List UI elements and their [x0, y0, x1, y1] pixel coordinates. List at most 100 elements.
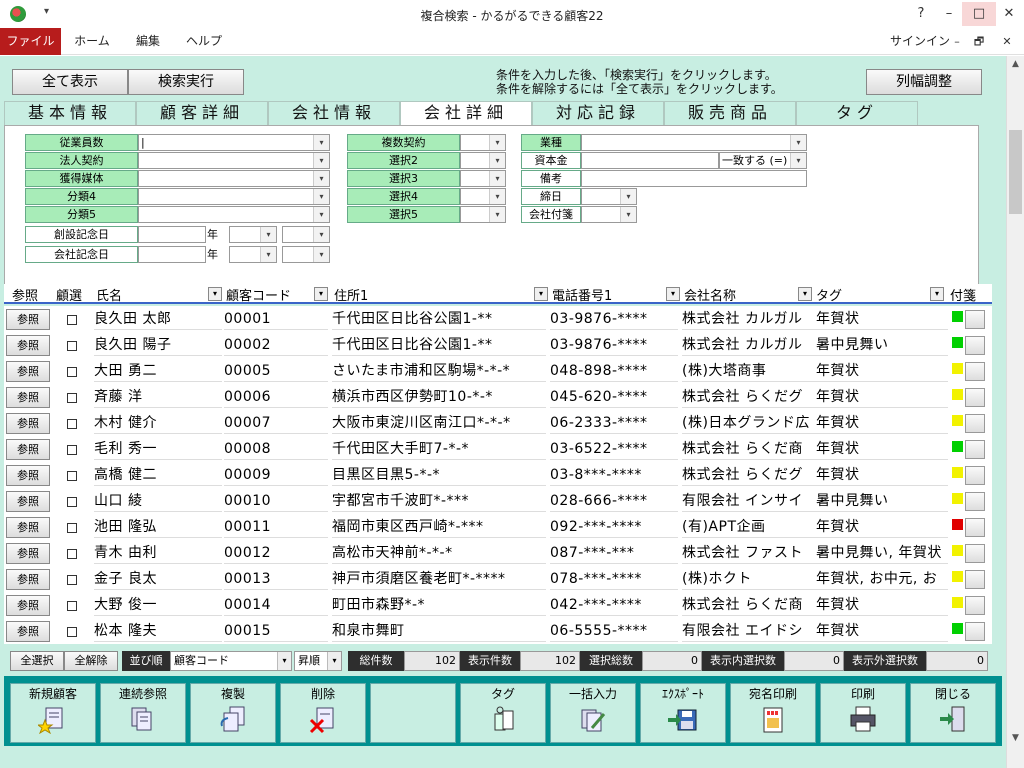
table-row[interactable]: 参照 金子 良太 00013 神戸市須磨区養老町*-**** 078-***-****(… [4, 566, 992, 592]
table-row[interactable]: 参照 高橋 健二 00009 目黒区目黒5-*-* 03-8***-**** 株式会社 ら… [4, 462, 992, 488]
chevron-down-icon[interactable]: ▾ [534, 287, 548, 301]
header-tag[interactable]: タグ [816, 285, 842, 304]
header-address[interactable]: 住所1 [334, 285, 368, 304]
sort-field-combo[interactable]: 顧客コード ▾ [170, 651, 292, 671]
filter-select4-combo[interactable]: ▾ [460, 188, 506, 205]
table-row[interactable]: 参照 良久田 太郎 00001 千代田区日比谷公園1-** 03-9876-**** 株式… [4, 306, 992, 332]
row-select-checkbox[interactable] [67, 601, 77, 611]
note-button[interactable] [965, 492, 985, 511]
row-select-checkbox[interactable] [67, 445, 77, 455]
chevron-down-icon[interactable]: ▾ [260, 227, 276, 242]
header-note[interactable]: 付箋 [950, 285, 976, 304]
chevron-down-icon[interactable]: ▾ [260, 247, 276, 262]
adjust-columns-button[interactable]: 列幅調整 [866, 69, 982, 95]
row-select-checkbox[interactable] [67, 315, 77, 325]
reference-button[interactable]: 参照 [6, 413, 50, 434]
chevron-down-icon[interactable]: ▾ [620, 189, 636, 204]
note-button[interactable] [965, 388, 985, 407]
row-select-checkbox[interactable] [67, 523, 77, 533]
header-company[interactable]: 会社名称 [684, 285, 736, 304]
reference-button[interactable]: 参照 [6, 387, 50, 408]
continuous-view-button[interactable]: 連続参照 [100, 683, 186, 743]
header-phone[interactable]: 電話番号1 [552, 285, 612, 304]
row-select-checkbox[interactable] [67, 393, 77, 403]
filter-select3-combo[interactable]: ▾ [460, 170, 506, 187]
filter-class4-combo[interactable]: ▾ [138, 188, 330, 205]
reference-button[interactable]: 参照 [6, 543, 50, 564]
chevron-down-icon[interactable]: ▾ [327, 652, 341, 670]
tab-response-log[interactable]: 対応記録 [532, 101, 664, 125]
scroll-down-icon[interactable]: ▼ [1007, 730, 1024, 747]
reference-button[interactable]: 参照 [6, 335, 50, 356]
bulk-input-button[interactable]: 一括入力 [550, 683, 636, 743]
tab-company-info[interactable]: 会社情報 [268, 101, 400, 125]
note-button[interactable] [965, 544, 985, 563]
filter-industry-combo[interactable]: ▾ [581, 134, 807, 151]
row-select-checkbox[interactable] [67, 471, 77, 481]
chevron-down-icon[interactable]: ▾ [489, 189, 505, 204]
row-select-checkbox[interactable] [67, 419, 77, 429]
filter-closing-day-combo[interactable]: ▾ [581, 188, 637, 205]
scroll-thumb[interactable] [1009, 130, 1022, 214]
delete-button[interactable]: 削除 [280, 683, 366, 743]
tag-button[interactable]: タグ [460, 683, 546, 743]
close-window-button[interactable]: 閉じる [910, 683, 996, 743]
maximize-button[interactable]: □ [962, 2, 996, 26]
filter-select5-combo[interactable]: ▾ [460, 206, 506, 223]
chevron-down-icon[interactable]: ▾ [790, 153, 806, 168]
chevron-down-icon[interactable]: ▾ [314, 287, 328, 301]
note-button[interactable] [965, 362, 985, 381]
chevron-down-icon[interactable]: ▾ [489, 207, 505, 222]
filter-company-day-combo[interactable]: ▾ [282, 246, 330, 263]
table-row[interactable]: 参照 松本 隆夫 00015 和泉市舞町 06-5555-**** 有限会社 エイドシ 年賀… [4, 618, 992, 644]
reference-button[interactable]: 参照 [6, 465, 50, 486]
table-row[interactable]: 参照 良久田 陽子 00002 千代田区日比谷公園1-** 03-9876-**** 株式… [4, 332, 992, 358]
table-row[interactable]: 参照 大野 俊一 00014 町田市森野*-* 042-***-**** 株式会社 らくだ… [4, 592, 992, 618]
reference-button[interactable]: 参照 [6, 621, 50, 642]
duplicate-button[interactable]: 複製 [190, 683, 276, 743]
vertical-scrollbar[interactable]: ▲ ▼ [1006, 56, 1024, 768]
filter-class5-combo[interactable]: ▾ [138, 206, 330, 223]
table-row[interactable]: 参照 毛利 秀一 00008 千代田区大手町7-*-* 03-6522-**** 株式会社… [4, 436, 992, 462]
show-all-button[interactable]: 全て表示 [12, 69, 128, 95]
tab-basic-info[interactable]: 基本情報 [4, 101, 136, 125]
chevron-down-icon[interactable]: ▾ [489, 135, 505, 150]
filter-select2-combo[interactable]: ▾ [460, 152, 506, 169]
tab-customer-detail[interactable]: 顧客詳細 [136, 101, 268, 125]
chevron-down-icon[interactable]: ▾ [930, 287, 944, 301]
row-select-checkbox[interactable] [67, 497, 77, 507]
filter-company-year-input[interactable] [138, 246, 206, 263]
address-print-button[interactable]: 宛名印刷 [730, 683, 816, 743]
note-button[interactable] [965, 622, 985, 641]
filter-founding-year-input[interactable] [138, 226, 206, 243]
header-customer-code[interactable]: 顧客コード [226, 285, 291, 304]
filter-remarks-input[interactable] [581, 170, 807, 187]
filter-capital-input[interactable] [581, 152, 719, 169]
filter-founding-month-combo[interactable]: ▾ [229, 226, 277, 243]
reference-button[interactable]: 参照 [6, 569, 50, 590]
reference-button[interactable]: 参照 [6, 491, 50, 512]
blank-button[interactable] [370, 683, 456, 743]
tab-company-detail[interactable]: 会社詳細 [400, 101, 532, 126]
reference-button[interactable]: 参照 [6, 309, 50, 330]
chevron-down-icon[interactable]: ▾ [790, 135, 806, 150]
minimize-button[interactable]: – [932, 2, 966, 26]
chevron-down-icon[interactable]: ▾ [313, 189, 329, 204]
table-row[interactable]: 参照 木村 健介 00007 大阪市東淀川区南江口*-*-* 06-2333-****(… [4, 410, 992, 436]
note-button[interactable] [965, 336, 985, 355]
note-button[interactable] [965, 440, 985, 459]
table-row[interactable]: 参照 斉藤 洋 00006 横浜市西区伊勢町10-*-* 045-620-**** 株式会… [4, 384, 992, 410]
reference-button[interactable]: 参照 [6, 595, 50, 616]
scroll-up-icon[interactable]: ▲ [1007, 56, 1024, 73]
tab-edit[interactable]: 編集 [122, 28, 174, 55]
row-select-checkbox[interactable] [67, 627, 77, 637]
chevron-down-icon[interactable]: ▾ [313, 227, 329, 242]
note-button[interactable] [965, 596, 985, 615]
row-select-checkbox[interactable] [67, 341, 77, 351]
chevron-down-icon[interactable]: ▾ [666, 287, 680, 301]
tab-help[interactable]: ヘルプ [176, 28, 232, 55]
chevron-down-icon[interactable]: ▾ [277, 652, 291, 670]
header-select[interactable]: 顧選 [56, 285, 82, 304]
chevron-down-icon[interactable]: ▾ [313, 207, 329, 222]
table-row[interactable]: 参照 山口 綾 00010 宇都宮市千波町*-*** 028-666-**** 有限会社 … [4, 488, 992, 514]
